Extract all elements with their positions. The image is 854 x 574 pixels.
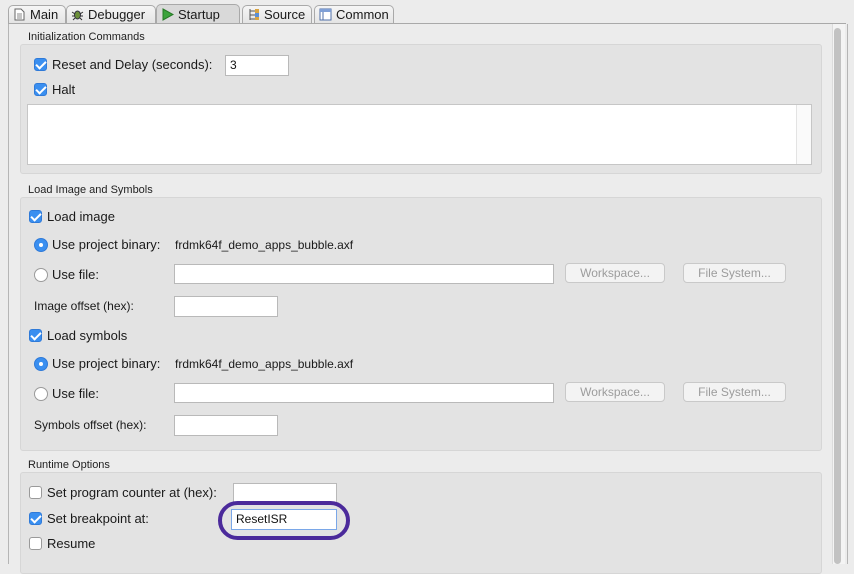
image-use-project-binary-label: Use project binary: [52, 237, 161, 252]
image-file-system-button[interactable]: File System... [683, 263, 786, 283]
init-section-title: Initialization Commands [28, 31, 145, 43]
set-breakpoint-checkbox[interactable] [29, 512, 42, 525]
symbols-use-file-radio[interactable] [34, 387, 48, 401]
set-pc-label: Set program counter at (hex): [47, 485, 217, 500]
resume-label: Resume [47, 536, 96, 551]
halt-checkbox[interactable] [34, 83, 47, 96]
tab-common[interactable]: Common [314, 5, 394, 23]
reset-delay-checkbox[interactable] [34, 58, 47, 71]
tab-debugger-label: Debugger [88, 7, 146, 22]
symbols-file-system-button[interactable]: File System... [683, 382, 786, 402]
symbols-use-file-label: Use file: [52, 386, 99, 401]
image-use-file-radio[interactable] [34, 268, 48, 282]
halt-label: Halt [52, 82, 76, 97]
tab-startup[interactable]: Startup [156, 4, 240, 24]
image-workspace-button[interactable]: Workspace... [565, 263, 665, 283]
image-offset-input[interactable] [174, 296, 278, 317]
resume-checkbox[interactable] [29, 537, 42, 550]
set-breakpoint-label: Set breakpoint at: [47, 511, 149, 526]
reset-delay-input[interactable]: 3 [225, 55, 289, 76]
source-lookup-icon [247, 8, 260, 21]
image-use-file-label: Use file: [52, 267, 99, 282]
vertical-scrollbar-thumb[interactable] [834, 28, 841, 564]
init-commands-scrollbar[interactable] [796, 105, 811, 164]
document-icon [13, 8, 26, 21]
symbols-file-input[interactable] [174, 383, 554, 403]
tab-source-label: Source [264, 7, 306, 22]
tab-debugger[interactable]: Debugger [66, 5, 156, 23]
window-icon [319, 8, 332, 21]
load-group [20, 197, 822, 451]
annotation-highlight-ring [218, 501, 350, 540]
tab-common-label: Common [336, 7, 389, 22]
symbols-workspace-button[interactable]: Workspace... [565, 382, 665, 402]
play-icon [161, 8, 175, 21]
load-image-label: Load image [47, 209, 115, 224]
bug-icon [71, 8, 84, 21]
reset-delay-label: Reset and Delay (seconds): [52, 57, 213, 72]
load-image-checkbox[interactable] [29, 210, 42, 223]
symbols-use-project-binary-radio[interactable] [34, 357, 48, 371]
set-pc-checkbox[interactable] [29, 486, 42, 499]
tab-source[interactable]: Source [242, 5, 312, 23]
tab-main-label: Main [30, 7, 59, 22]
symbols-project-binary-value: frdmk64f_demo_apps_bubble.axf [175, 357, 354, 371]
launch-config-tabbar: Main Debugger Startup Source Common [0, 0, 854, 24]
image-offset-label: Image offset (hex): [34, 299, 134, 313]
load-symbols-checkbox[interactable] [29, 329, 42, 342]
load-section-title: Load Image and Symbols [28, 184, 153, 196]
tab-main[interactable]: Main [8, 5, 66, 23]
image-use-project-binary-radio[interactable] [34, 238, 48, 252]
tab-startup-label: Startup [178, 7, 220, 22]
init-commands-textarea[interactable] [27, 104, 812, 165]
symbols-use-project-binary-label: Use project binary: [52, 356, 161, 371]
runtime-section-title: Runtime Options [28, 459, 110, 471]
image-file-input[interactable] [174, 264, 554, 284]
load-symbols-label: Load symbols [47, 328, 128, 343]
image-project-binary-value: frdmk64f_demo_apps_bubble.axf [175, 238, 354, 252]
symbols-offset-input[interactable] [174, 415, 278, 436]
symbols-offset-label: Symbols offset (hex): [34, 418, 147, 432]
